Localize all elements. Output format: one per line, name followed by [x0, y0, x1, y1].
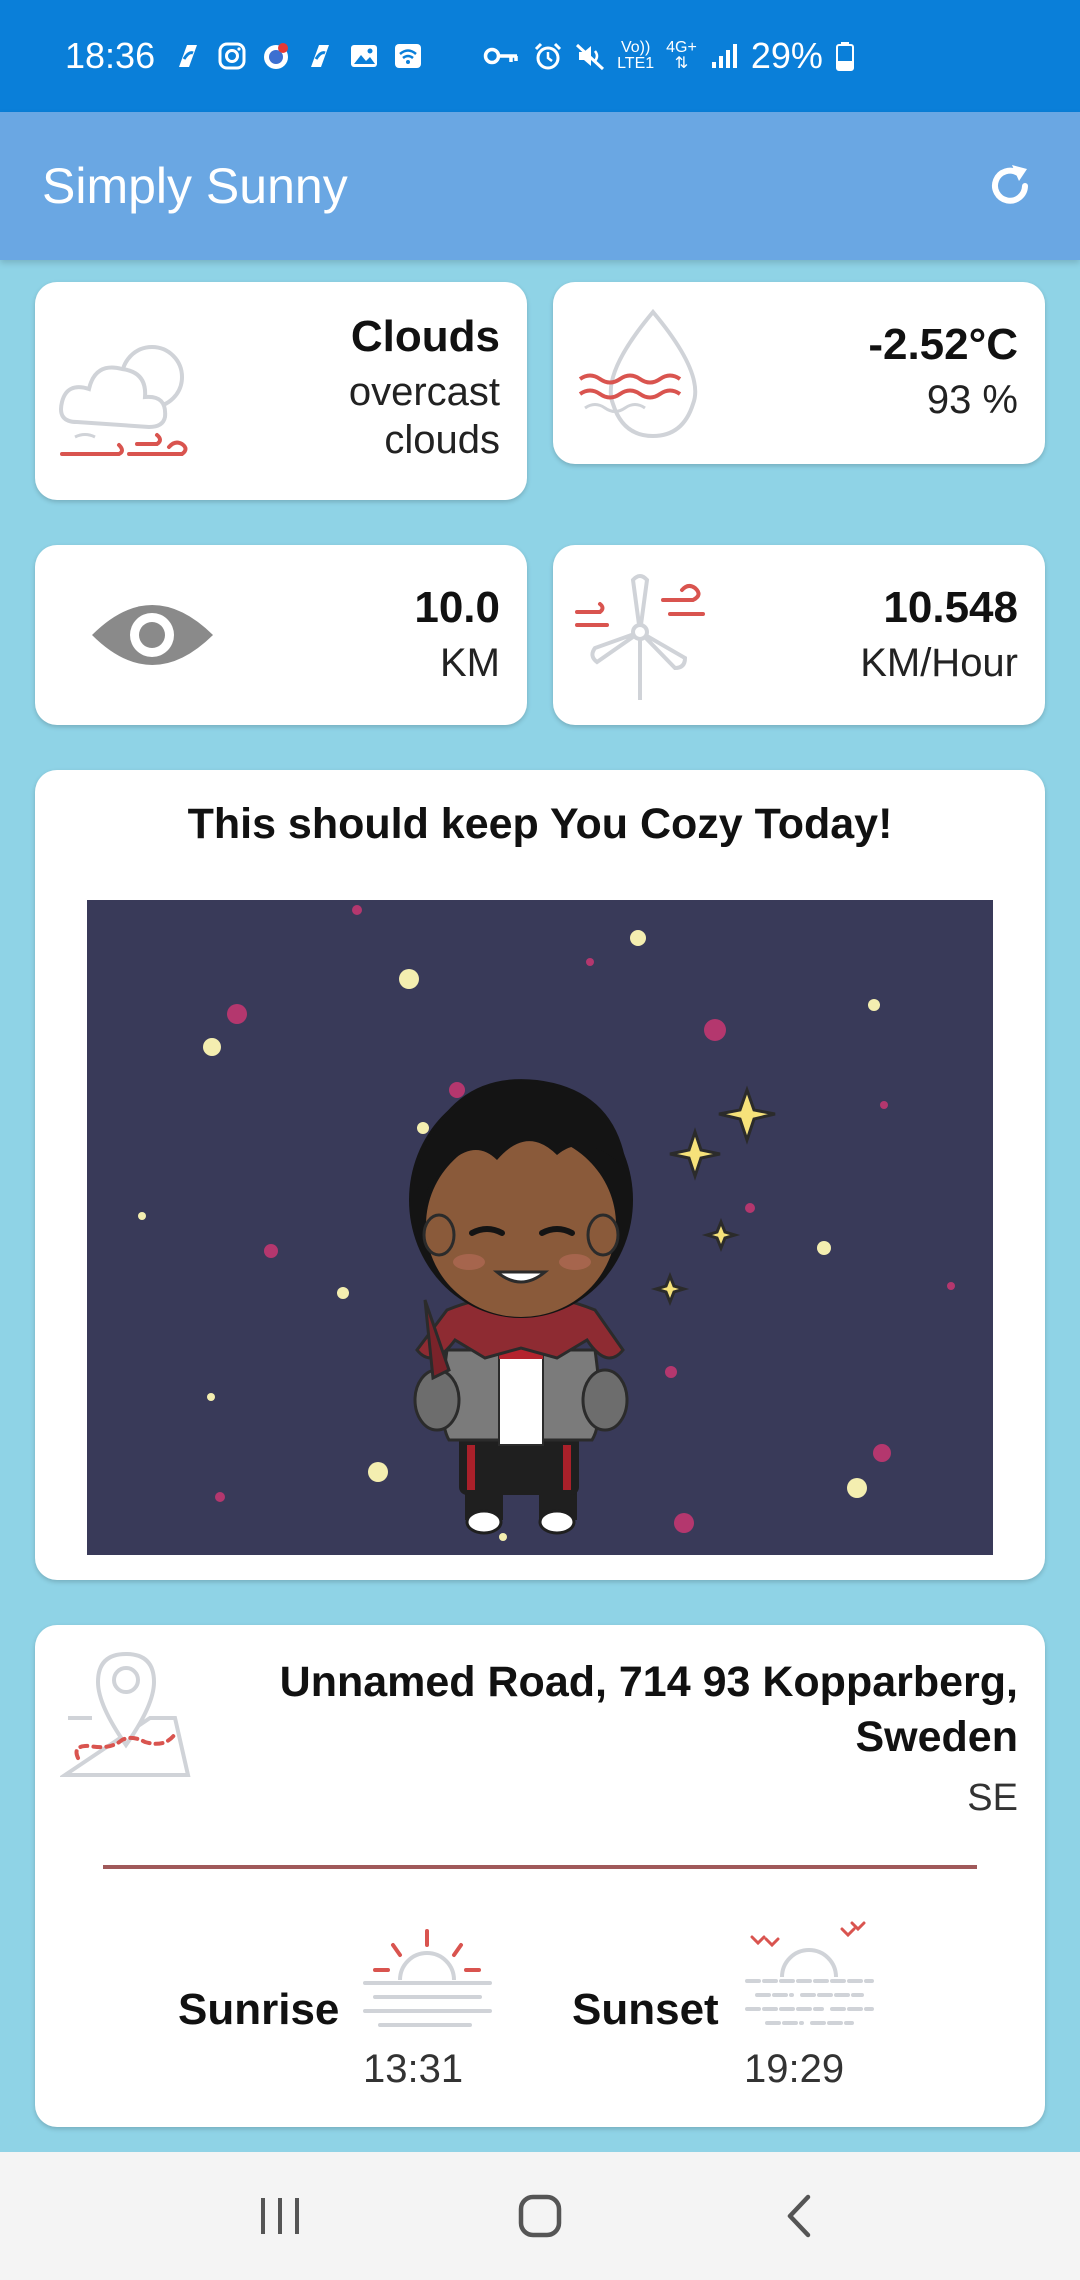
- sunrise-time: 13:31: [363, 2047, 464, 2091]
- battery-percent: 29%: [750, 35, 823, 76]
- temperature-value: -2.52°C: [868, 320, 1018, 369]
- refresh-button[interactable]: [980, 156, 1040, 216]
- temperature-card: -2.52°C 93 %: [553, 282, 1045, 464]
- app-notification-icon: [179, 45, 198, 67]
- sunrise-icon: [363, 1929, 492, 2027]
- eye-icon: [92, 605, 213, 665]
- signal-icon: [711, 44, 737, 68]
- wind-card: 10.548 KM/Hour: [553, 545, 1045, 725]
- app-bar: Simply Sunny: [0, 112, 1080, 260]
- recent-apps-button[interactable]: [240, 2176, 320, 2256]
- cozy-character-illustration: [87, 900, 993, 1555]
- refresh-icon[interactable]: [985, 161, 1035, 211]
- sunrise-label: Sunrise: [178, 1985, 340, 2034]
- mute-icon: [576, 43, 605, 71]
- app-notification-icon-2: [311, 45, 330, 67]
- home-icon[interactable]: [515, 2191, 565, 2241]
- cloudy-wind-icon: [59, 345, 188, 456]
- location-address: Unnamed Road, 714 93 Kopparberg, Sweden: [279, 1658, 1018, 1761]
- battery-icon: [835, 42, 854, 71]
- wind-turbine-icon: [575, 574, 705, 700]
- system-navigation-bar: [0, 2152, 1080, 2280]
- outfit-illustration: [87, 900, 993, 1555]
- notification-icons: [173, 41, 423, 71]
- gallery-icon: [351, 45, 378, 67]
- alarm-icon: [535, 42, 562, 70]
- network-type: 4G+ ⇅: [666, 39, 697, 72]
- instagram-icon: [218, 42, 246, 70]
- weather-main: Clouds: [350, 312, 500, 361]
- sunset-icon: [745, 1921, 874, 2025]
- wind-speed-value: 10.548: [883, 583, 1018, 632]
- vpn-key-icon: [483, 47, 518, 65]
- back-button[interactable]: [760, 2176, 840, 2256]
- status-bar: 18:36 Vo)) LTE1 4G+ ⇅ 29%: [0, 0, 1080, 112]
- sunset-label: Sunset: [572, 1985, 719, 2034]
- location-card: Unnamed Road, 714 93 Kopparberg, Sweden …: [35, 1625, 1045, 2127]
- app-title: Simply Sunny: [42, 158, 348, 214]
- status-time: 18:36: [65, 35, 156, 76]
- humidity-drop-icon: [578, 308, 698, 439]
- country-code: SE: [967, 1777, 1018, 1819]
- wifi-box-icon: [395, 44, 422, 68]
- system-status-icons: Vo)) LTE1 4G+ ⇅ 29%: [483, 35, 855, 77]
- visibility-unit: KM: [440, 641, 500, 685]
- visibility-value: 10.0: [414, 583, 500, 632]
- home-button[interactable]: [500, 2176, 580, 2256]
- weather-description-line1: overcast: [348, 370, 500, 414]
- weather-description-line2: clouds: [384, 418, 500, 462]
- outfit-card: This should keep You Cozy Today!: [35, 770, 1045, 1580]
- humidity-value: 93 %: [926, 378, 1018, 422]
- weather-condition-card: Clouds overcast clouds: [35, 282, 527, 500]
- divider: [103, 1865, 977, 1869]
- volte-indicator: Vo)) LTE1: [617, 39, 655, 72]
- browser-icon: [264, 43, 289, 69]
- visibility-card: 10.0 KM: [35, 545, 527, 725]
- outfit-title: This should keep You Cozy Today!: [187, 800, 893, 848]
- recent-apps-icon[interactable]: [255, 2194, 305, 2238]
- data-arrows-icon: ⇅: [674, 55, 689, 72]
- sunset-time: 19:29: [744, 2047, 845, 2091]
- map-pin-icon: [60, 1651, 191, 1777]
- wind-speed-unit: KM/Hour: [860, 641, 1018, 685]
- back-icon[interactable]: [780, 2191, 820, 2241]
